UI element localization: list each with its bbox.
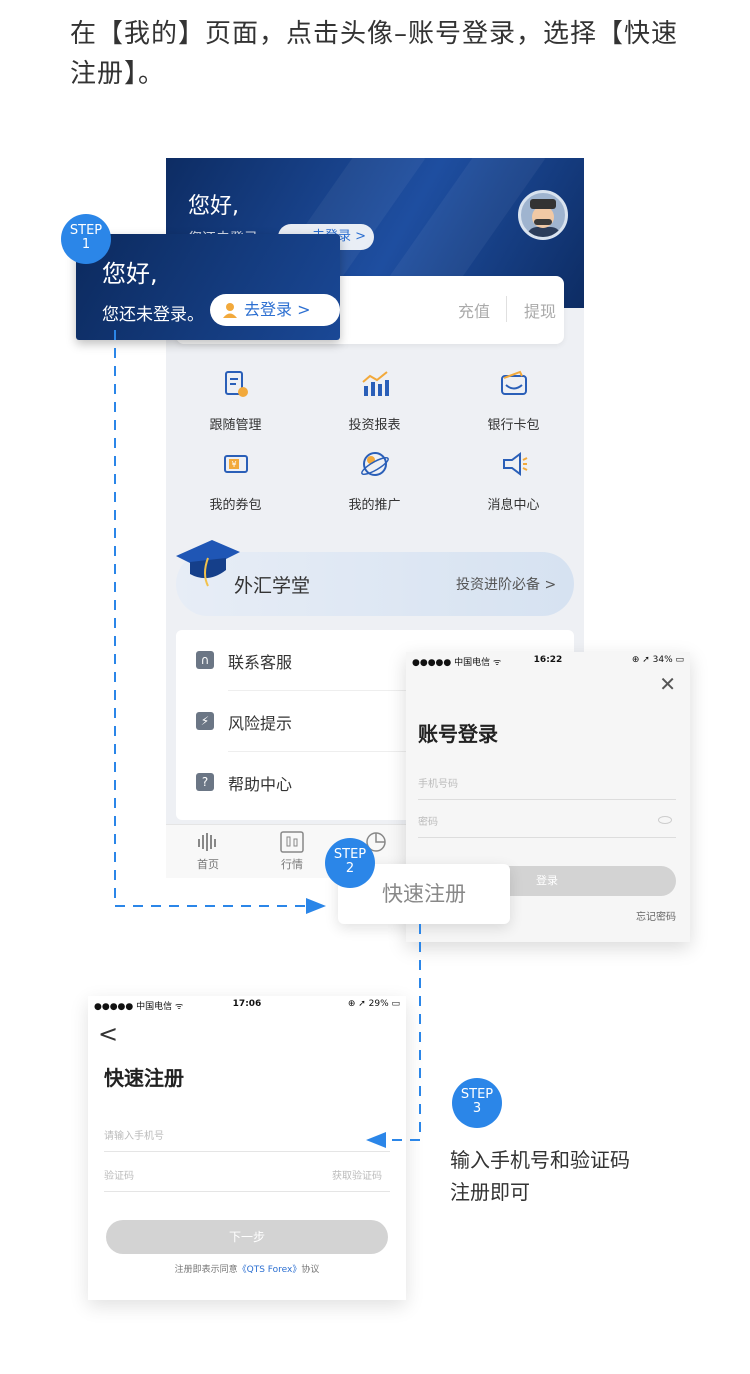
arrow-right-icon <box>306 898 326 914</box>
arrow-left-icon <box>366 1132 386 1148</box>
connector-step1-step2 <box>114 330 318 907</box>
connector-lines <box>114 330 421 1148</box>
connector-step2-step3 <box>388 924 421 1141</box>
